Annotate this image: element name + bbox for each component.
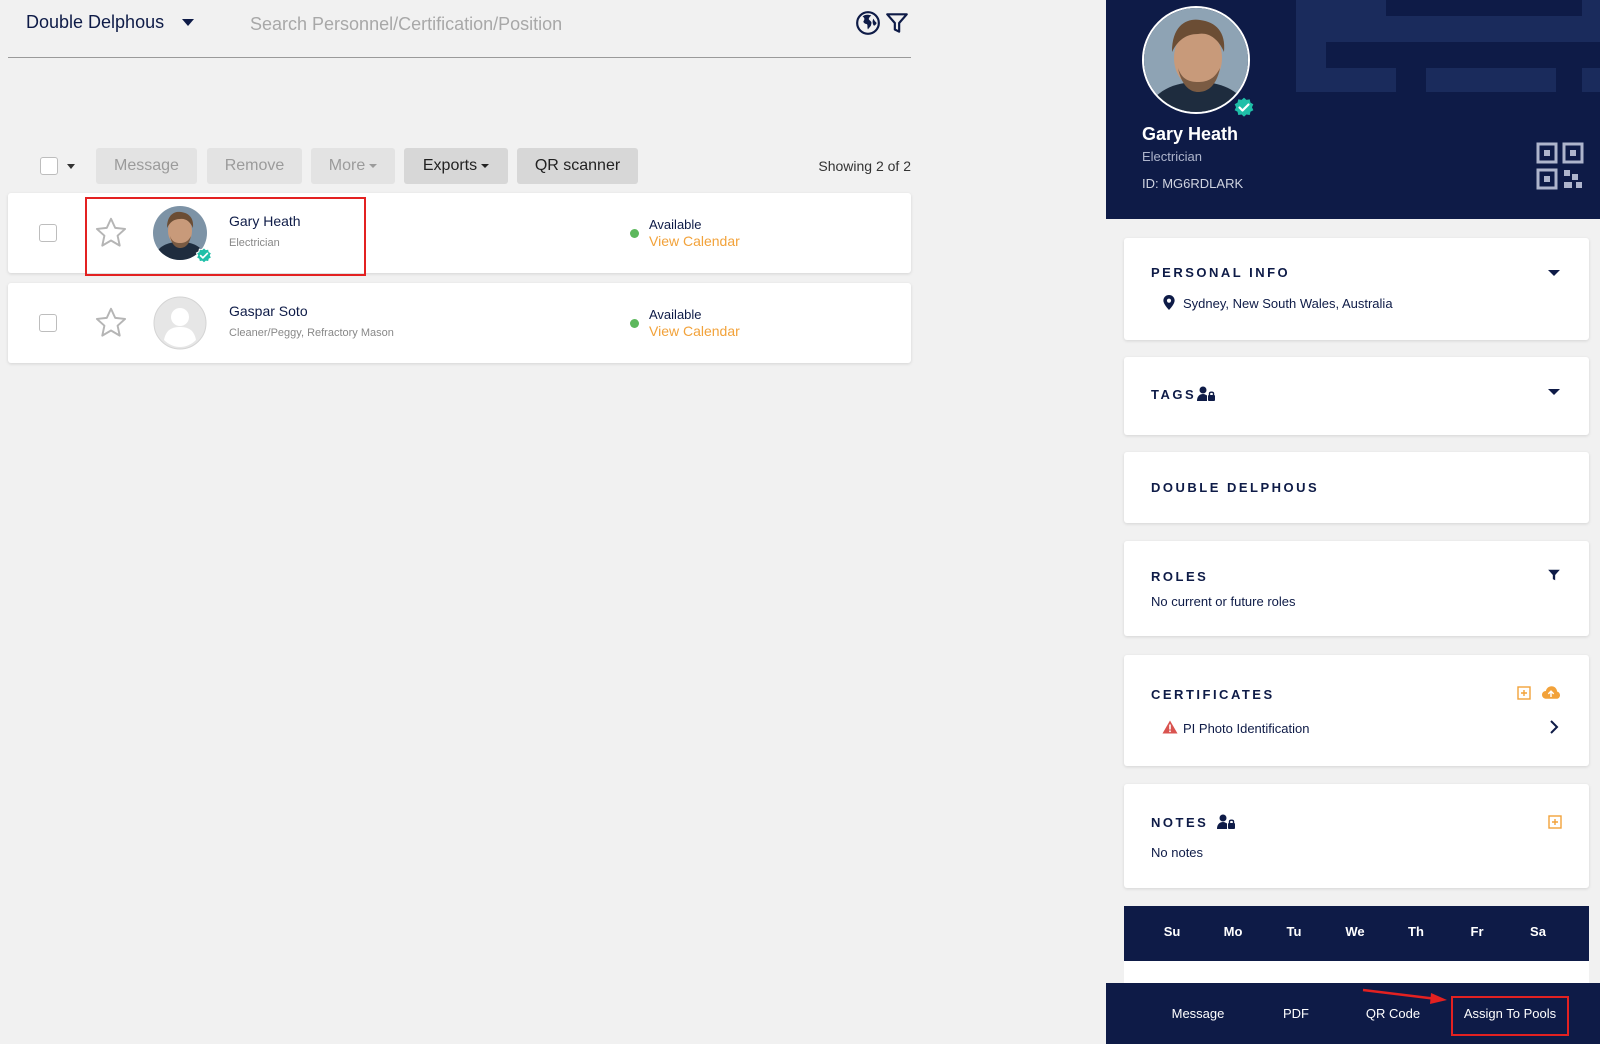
view-calendar-link[interactable]: View Calendar	[649, 323, 740, 339]
availability-status: Available	[649, 217, 702, 232]
pdf-label: PDF	[1283, 1006, 1309, 1021]
warning-icon	[1162, 720, 1178, 734]
message-action-label: Message	[1171, 1006, 1225, 1021]
availability-status: Available	[649, 307, 702, 322]
personnel-role: Cleaner/Peggy, Refractory Mason	[229, 327, 394, 339]
personnel-row[interactable]: Gary Heath Electrician Available View Ca…	[8, 193, 911, 273]
personnel-role: Electrician	[229, 237, 280, 249]
star-icon[interactable]	[93, 305, 129, 341]
message-button[interactable]: Message	[96, 148, 197, 184]
profile-name: Gary Heath	[1142, 124, 1239, 144]
assign-to-pools-button[interactable]: Assign To Pools	[1451, 983, 1569, 1044]
header-pattern	[1582, 68, 1600, 92]
pdf-button[interactable]: PDF	[1256, 983, 1336, 1044]
remove-button[interactable]: Remove	[207, 148, 302, 184]
exports-button[interactable]: Exports	[404, 148, 508, 184]
card-title: DOUBLE DELPHOUS	[1151, 480, 1320, 495]
cloud-upload-icon[interactable]	[1542, 685, 1560, 700]
assign-to-pools-label: Assign To Pools	[1463, 1006, 1557, 1021]
view-calendar-link[interactable]: View Calendar	[649, 233, 740, 249]
card-title: NOTES	[1151, 815, 1209, 830]
personnel-row[interactable]: Gaspar Soto Cleaner/Peggy, Refractory Ma…	[8, 283, 911, 363]
calendar-day: We	[1345, 924, 1365, 939]
certificate-item[interactable]: PI Photo Identification	[1183, 721, 1309, 736]
profile-id: ID: MG6RDLARK	[1142, 176, 1244, 191]
action-toolbar: Message Remove More Exports QR scanner S…	[8, 148, 911, 184]
verified-badge-icon	[1233, 96, 1255, 119]
message-action-button[interactable]: Message	[1146, 983, 1250, 1044]
calendar-day: Fr	[1470, 924, 1484, 939]
personnel-name[interactable]: Gaspar Soto	[229, 303, 308, 319]
organisation-card: DOUBLE DELPHOUS	[1124, 452, 1589, 523]
select-all-checkbox[interactable]	[40, 157, 58, 175]
profile-action-bar: Message PDF QR Code Assign To Pools	[1106, 983, 1600, 1044]
qr-code-icon[interactable]	[1536, 142, 1584, 190]
chevron-down-icon	[182, 19, 195, 26]
more-button-label: More	[328, 157, 366, 174]
user-lock-icon	[1217, 814, 1235, 829]
calendar-day: Tu	[1286, 924, 1302, 939]
calendar-day: Sa	[1530, 924, 1546, 939]
status-dot-icon	[630, 319, 639, 328]
row-checkbox[interactable]	[39, 224, 57, 242]
org-selector-label: Double Delphous	[26, 12, 165, 32]
add-square-icon[interactable]	[1517, 686, 1531, 700]
annotation-arrow-icon	[1362, 988, 1447, 1004]
card-title: ROLES	[1151, 569, 1209, 584]
certificates-card: CERTIFICATES PI Photo Identification	[1124, 655, 1589, 766]
roles-text: No current or future roles	[1151, 594, 1296, 609]
filter-icon[interactable]	[884, 10, 910, 36]
location-text: Sydney, New South Wales, Australia	[1183, 296, 1393, 311]
header-pattern	[1582, 0, 1600, 42]
notes-card: NOTES No notes	[1124, 784, 1589, 888]
org-selector[interactable]: Double Delphous	[26, 12, 195, 33]
more-button[interactable]: More	[311, 148, 395, 184]
exports-button-label: Exports	[422, 157, 478, 174]
roles-card: ROLES No current or future roles	[1124, 541, 1589, 636]
calendar-day: Mo	[1223, 924, 1243, 939]
status-dot-icon	[630, 229, 639, 238]
calendar-week-header: Su Mo Tu We Th Fr Sa	[1124, 906, 1589, 961]
qr-scanner-button[interactable]: QR scanner	[517, 148, 638, 184]
qr-code-label: QR Code	[1365, 1006, 1421, 1021]
user-lock-icon	[1197, 386, 1215, 401]
chevron-down-icon[interactable]	[1547, 268, 1561, 278]
top-bar: Double Delphous	[8, 0, 911, 58]
calendar-body	[1124, 961, 1589, 983]
caret-down-icon	[369, 164, 378, 168]
tags-card: TAGS	[1124, 357, 1589, 435]
star-icon[interactable]	[93, 215, 129, 251]
avatar-placeholder[interactable]	[153, 296, 207, 350]
verified-badge-icon	[195, 247, 213, 264]
chevron-down-icon[interactable]	[1547, 387, 1561, 397]
caret-down-icon[interactable]	[67, 164, 75, 169]
profile-role: Electrician	[1142, 149, 1202, 164]
calendar-day: Th	[1408, 924, 1424, 939]
profile-header: Gary Heath Electrician ID: MG6RDLARK	[1106, 0, 1600, 219]
qr-scanner-button-label: QR scanner	[534, 157, 621, 174]
header-pattern	[1426, 68, 1556, 92]
globe-icon[interactable]	[855, 10, 881, 36]
card-title: PERSONAL INFO	[1151, 265, 1291, 280]
search-input[interactable]	[250, 10, 810, 38]
add-square-icon[interactable]	[1548, 815, 1562, 829]
calendar-day: Su	[1163, 924, 1181, 939]
message-button-label: Message	[114, 157, 179, 174]
profile-panel: Gary Heath Electrician ID: MG6RDLARK PER…	[1106, 0, 1600, 1044]
remove-button-label: Remove	[224, 157, 285, 174]
header-pattern	[1396, 16, 1600, 42]
location-pin-icon	[1163, 295, 1175, 310]
row-checkbox[interactable]	[39, 314, 57, 332]
caret-down-icon	[481, 164, 490, 168]
card-title: TAGS	[1151, 387, 1197, 402]
filter-icon[interactable]	[1547, 568, 1561, 582]
result-count: Showing 2 of 2	[818, 158, 911, 174]
personnel-name[interactable]: Gary Heath	[229, 213, 301, 229]
header-pattern	[1296, 68, 1396, 92]
card-title: CERTIFICATES	[1151, 687, 1275, 702]
notes-text: No notes	[1151, 845, 1204, 860]
chevron-right-icon[interactable]	[1549, 719, 1559, 735]
personal-info-card: PERSONAL INFO Sydney, New South Wales, A…	[1124, 238, 1589, 340]
